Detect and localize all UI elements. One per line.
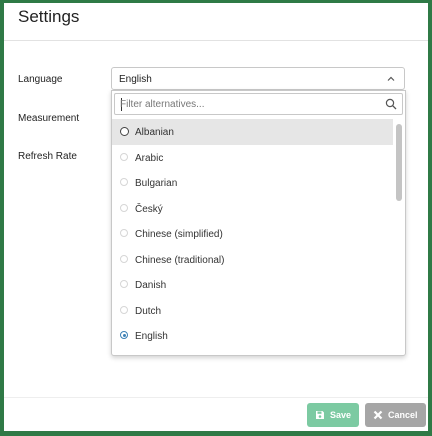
radio-button[interactable] bbox=[120, 127, 129, 136]
filter-field[interactable] bbox=[114, 93, 403, 115]
option-albanian[interactable]: Albanian bbox=[112, 119, 393, 145]
option-label: Chinese (simplified) bbox=[135, 229, 223, 240]
save-button[interactable]: Save bbox=[307, 403, 359, 427]
radio-button[interactable] bbox=[120, 254, 128, 263]
close-icon bbox=[373, 410, 383, 420]
option-label: Arabic bbox=[135, 152, 164, 164]
cancel-button-label: Cancel bbox=[388, 410, 418, 420]
option-label: Albanian bbox=[135, 127, 174, 138]
language-select[interactable]: English bbox=[111, 67, 405, 90]
radio-button[interactable] bbox=[120, 305, 128, 314]
measurement-label: Measurement bbox=[18, 113, 80, 124]
option-label: Danish bbox=[135, 280, 167, 291]
option-label: Chinese (traditional) bbox=[135, 254, 225, 266]
radio-button[interactable] bbox=[120, 229, 128, 237]
radio-button[interactable] bbox=[120, 178, 128, 186]
option-bulgarian[interactable]: Bulgarian bbox=[112, 170, 393, 196]
option-cesky[interactable]: Český bbox=[112, 196, 393, 222]
option-chinese-traditional[interactable]: Chinese (traditional) bbox=[112, 247, 393, 273]
radio-button[interactable] bbox=[120, 280, 128, 288]
title-divider bbox=[4, 40, 428, 41]
option-label: Dutch bbox=[135, 305, 162, 317]
language-select-value: English bbox=[119, 74, 152, 85]
option-chinese-simplified[interactable]: Chinese (simplified) bbox=[112, 221, 393, 247]
option-dutch[interactable]: Dutch bbox=[112, 298, 393, 324]
option-english[interactable]: English bbox=[112, 323, 393, 349]
dialog-title: Settings bbox=[18, 7, 80, 26]
option-danish[interactable]: Danish bbox=[112, 272, 393, 298]
search-icon bbox=[385, 98, 397, 110]
filter-input[interactable] bbox=[120, 97, 370, 111]
footer-divider bbox=[4, 397, 428, 398]
scrollbar[interactable] bbox=[395, 119, 403, 353]
chevron-up-icon[interactable] bbox=[386, 74, 396, 84]
language-label: Language bbox=[18, 74, 63, 85]
scrollbar-thumb[interactable] bbox=[396, 124, 402, 201]
radio-button[interactable] bbox=[120, 152, 128, 161]
floppy-disk-icon bbox=[315, 411, 324, 419]
option-arabic[interactable]: Arabic bbox=[112, 145, 393, 171]
option-label: English bbox=[135, 331, 168, 342]
radio-button[interactable] bbox=[120, 203, 128, 212]
cancel-button[interactable]: Cancel bbox=[365, 403, 426, 427]
option-label: Bulgarian bbox=[135, 178, 178, 189]
settings-dialog: Settings Language Measurement Refresh Ra… bbox=[4, 3, 428, 431]
radio-button-checked[interactable] bbox=[120, 331, 128, 339]
option-label: Český bbox=[135, 203, 163, 215]
options-list: Albanian Arabic Bulgarian Český Chinese … bbox=[112, 119, 393, 349]
save-button-label: Save bbox=[329, 410, 351, 420]
refresh-rate-label: Refresh Rate bbox=[18, 151, 77, 162]
language-dropdown: Albanian Arabic Bulgarian Český Chinese … bbox=[111, 90, 406, 356]
